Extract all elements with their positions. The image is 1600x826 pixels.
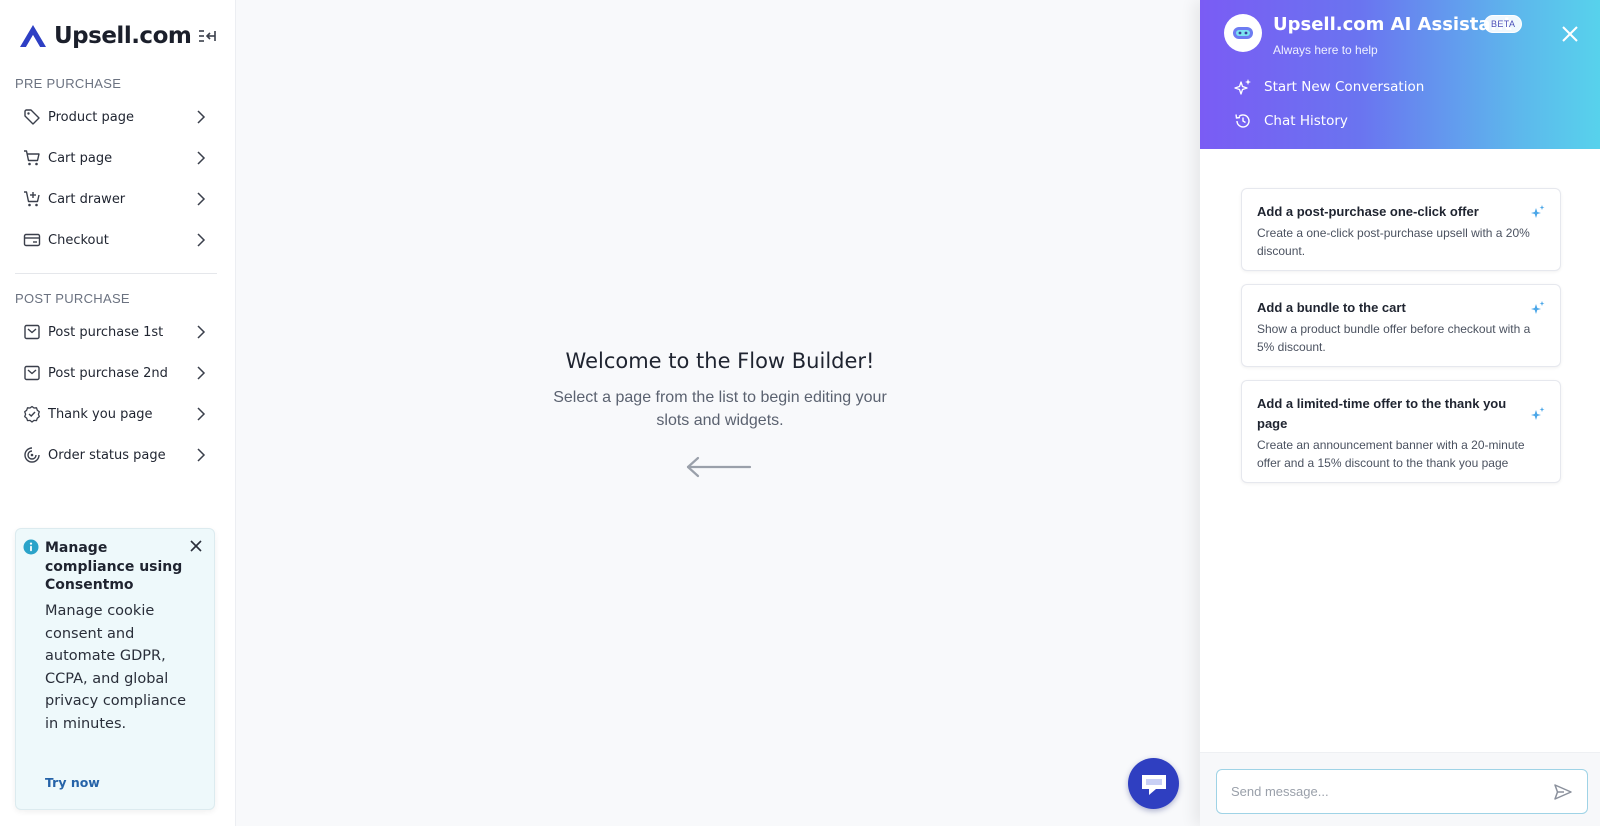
page-title: Welcome to the Flow Builder! <box>565 349 875 373</box>
brand-logo-icon <box>20 25 46 47</box>
sidebar-item-post-purchase-1st[interactable]: Post purchase 1st <box>15 314 215 350</box>
sidebar-item-checkout[interactable]: Checkout <box>15 222 215 258</box>
history-icon <box>1235 114 1250 128</box>
try-now-link[interactable]: Try now <box>45 775 100 790</box>
cart-icon <box>22 148 42 168</box>
message-box <box>1216 769 1588 814</box>
start-new-conversation-button[interactable]: Start New Conversation <box>1234 76 1424 98</box>
sparkle-icon <box>1234 79 1251 95</box>
chevron-right-icon <box>197 448 206 462</box>
sidebar-item-label: Order status page <box>48 447 166 463</box>
chevron-right-icon <box>197 325 206 339</box>
chevron-right-icon <box>197 366 206 380</box>
close-icon[interactable] <box>1560 24 1580 44</box>
suggestion-card[interactable]: Add a limited-time offer to the thank yo… <box>1241 380 1561 483</box>
collapse-icon <box>199 30 216 42</box>
sidebar-item-label: Post purchase 2nd <box>48 365 168 381</box>
send-icon[interactable] <box>1553 782 1573 802</box>
sidebar: Upsell.com PRE PURCHASE Product page Car… <box>0 0 236 826</box>
suggestion-description: Show a product bundle offer before check… <box>1257 322 1531 354</box>
chevron-right-icon <box>197 192 206 206</box>
sidebar-item-label: Product page <box>48 109 134 125</box>
tag-icon <box>22 107 42 127</box>
action-label: Start New Conversation <box>1264 79 1425 95</box>
inbox-icon <box>22 322 42 342</box>
chat-history-button[interactable]: Chat History <box>1234 110 1348 132</box>
chevron-right-icon <box>197 151 206 165</box>
message-input[interactable] <box>1231 770 1541 812</box>
inbox-icon <box>22 363 42 383</box>
suggestion-title: Add a limited-time offer to the thank yo… <box>1257 396 1507 431</box>
close-icon[interactable] <box>188 538 204 554</box>
sidebar-item-label: Thank you page <box>48 406 153 422</box>
sparkle-icon <box>1531 301 1545 314</box>
consentmo-promo-card: Manage compliance using Consentmo Manage… <box>15 528 215 810</box>
sidebar-item-order-status-page[interactable]: Order status page <box>15 437 215 473</box>
suggestion-description: Create an announcement banner with a 20-… <box>1257 438 1525 470</box>
credit-card-icon <box>22 230 42 250</box>
info-icon <box>23 539 39 555</box>
chat-launcher-button[interactable] <box>1128 758 1179 809</box>
chevron-right-icon <box>197 407 206 421</box>
logo[interactable]: Upsell.com <box>18 20 218 52</box>
arrow-left-icon <box>686 456 752 478</box>
chat-bubble-icon <box>1141 774 1166 795</box>
suggestion-card[interactable]: Add a bundle to the cart Show a product … <box>1241 284 1561 367</box>
sidebar-item-thank-you-page[interactable]: Thank you page <box>15 396 215 432</box>
promo-body: Manage cookie consent and automate GDPR,… <box>45 603 187 732</box>
sidebar-item-label: Cart page <box>48 150 113 166</box>
page-subtitle: Select a page from the list to begin edi… <box>553 389 887 429</box>
sidebar-item-label: Post purchase 1st <box>48 324 164 340</box>
brand-name: Upsell.com <box>54 23 192 49</box>
assistant-header: Upsell.com AI Assistant BETA Always here… <box>1200 0 1600 149</box>
cart-add-icon <box>22 189 42 209</box>
assistant-footer <box>1200 752 1600 826</box>
assistant-title: Upsell.com AI Assistant <box>1273 14 1512 35</box>
suggestion-description: Create a one-click post-purchase upsell … <box>1257 226 1530 258</box>
promo-title: Manage compliance using Consentmo <box>45 540 183 593</box>
sidebar-item-post-purchase-2nd[interactable]: Post purchase 2nd <box>15 355 215 391</box>
sparkle-icon <box>1531 407 1545 420</box>
assistant-subtitle: Always here to help <box>1273 43 1378 57</box>
ai-assistant-panel: Upsell.com AI Assistant BETA Always here… <box>1200 0 1600 826</box>
robot-icon <box>1233 27 1253 39</box>
section-title-post-purchase: POST PURCHASE <box>15 291 130 306</box>
sidebar-item-label: Cart drawer <box>48 191 126 207</box>
action-label: Chat History <box>1264 113 1348 129</box>
sidebar-item-product-page[interactable]: Product page <box>15 99 215 135</box>
collapse-sidebar-button[interactable] <box>196 26 218 46</box>
order-status-icon <box>22 445 42 465</box>
sidebar-item-cart-page[interactable]: Cart page <box>15 140 215 176</box>
chevron-right-icon <box>197 233 206 247</box>
sidebar-divider <box>15 273 217 274</box>
suggestion-title: Add a bundle to the cart <box>1257 300 1406 315</box>
section-title-pre-purchase: PRE PURCHASE <box>15 76 122 91</box>
beta-badge: BETA <box>1484 15 1523 33</box>
badge-check-icon <box>22 404 42 424</box>
sparkle-icon <box>1531 205 1545 218</box>
suggestion-title: Add a post-purchase one-click offer <box>1257 204 1479 219</box>
sidebar-item-label: Checkout <box>48 232 109 248</box>
sidebar-item-cart-drawer[interactable]: Cart drawer <box>15 181 215 217</box>
chevron-right-icon <box>197 110 206 124</box>
assistant-avatar <box>1224 14 1262 52</box>
suggestion-card[interactable]: Add a post-purchase one-click offer Crea… <box>1241 188 1561 271</box>
